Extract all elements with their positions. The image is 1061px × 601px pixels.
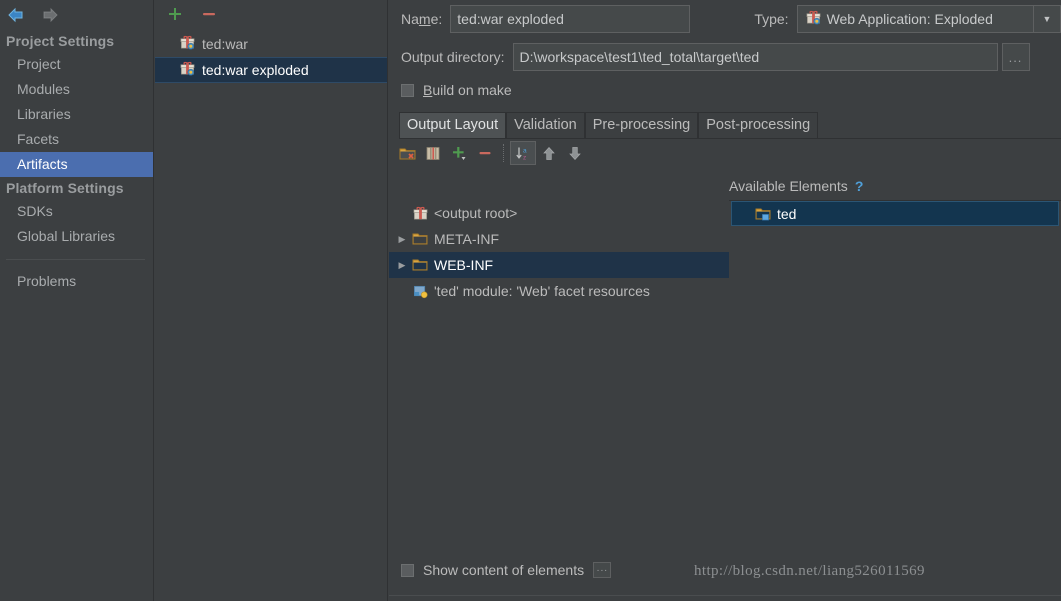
- name-label: Name:: [401, 11, 443, 27]
- sidebar-item-sdks[interactable]: SDKs: [0, 199, 153, 224]
- available-elements-tree: ted: [729, 200, 1061, 556]
- tab-validation[interactable]: Validation: [506, 112, 585, 138]
- type-combobox-value-wrap: Web Application: Exploded: [798, 6, 1033, 32]
- tree-row-label: 'ted' module: 'Web' facet resources: [434, 283, 650, 299]
- sidebar-item-problems[interactable]: Problems: [0, 269, 153, 294]
- tree-row[interactable]: ▶ WEB-INF: [389, 252, 729, 278]
- show-content-options-button[interactable]: ···: [593, 562, 612, 578]
- svg-text:a: a: [523, 147, 527, 154]
- tree-row-label: WEB-INF: [434, 257, 494, 273]
- build-on-make-row[interactable]: Build on make: [389, 76, 1061, 104]
- back-arrow-icon[interactable]: [4, 3, 28, 27]
- show-content-checkbox[interactable]: [401, 563, 414, 577]
- artifact-list-toolbar: [155, 0, 387, 28]
- create-archive-icon[interactable]: [420, 141, 446, 165]
- sidebar-group-title: Project Settings: [6, 33, 115, 49]
- folder-icon: [411, 258, 429, 272]
- tree-row[interactable]: ▶ META-INF: [389, 226, 729, 252]
- chevron-right-icon[interactable]: ▶: [393, 260, 411, 271]
- settings-dialog: Project Settings Project Modules Librari…: [0, 0, 1061, 601]
- toolbar-divider: [503, 144, 505, 162]
- module-folder-icon: [754, 207, 772, 221]
- build-on-make-label: Build on make: [423, 82, 512, 98]
- output-layout-toolbar: a z: [389, 139, 1061, 167]
- artifact-list: ted:war ted:war exploded: [155, 28, 387, 83]
- output-directory-input[interactable]: D:\workspace\test1\ted_total\target\ted: [512, 43, 998, 71]
- type-combobox-value: Web Application: Exploded: [826, 11, 993, 27]
- detail-tabs: Output Layout Validation Pre-processing …: [399, 112, 1061, 139]
- move-up-icon[interactable]: [536, 141, 562, 165]
- add-element-icon[interactable]: [446, 141, 472, 165]
- chevron-down-icon[interactable]: ▼: [1033, 6, 1060, 32]
- footer-divider: [389, 595, 1061, 596]
- create-directory-icon[interactable]: [394, 141, 420, 165]
- sort-alphabetically-icon[interactable]: a z: [510, 141, 536, 165]
- help-icon[interactable]: ?: [855, 178, 864, 194]
- svg-text:z: z: [523, 154, 526, 161]
- name-type-row: Name: ted:war exploded Type: Web Applica…: [389, 0, 1061, 38]
- forward-arrow-icon[interactable]: [38, 3, 62, 27]
- type-label: Type:: [754, 11, 789, 27]
- detail-footer: Show content of elements ··· http://blog…: [389, 555, 1061, 601]
- tab-output-layout[interactable]: Output Layout: [399, 112, 507, 138]
- watermark-text: http://blog.csdn.net/liang526011569: [694, 563, 925, 579]
- sidebar-group-project-settings: Project Settings Project Modules Librari…: [0, 30, 153, 177]
- artifact-label: ted:war: [202, 36, 248, 52]
- tree-row[interactable]: 'ted' module: 'Web' facet resources: [389, 278, 729, 304]
- artifact-icon: [180, 35, 195, 53]
- sidebar-divider: [6, 259, 145, 260]
- browse-directory-button[interactable]: ...: [1001, 43, 1030, 71]
- tree-row-label: META-INF: [434, 231, 500, 247]
- move-down-icon[interactable]: [562, 141, 588, 165]
- artifact-list-panel: ted:war ted:war exploded: [155, 0, 388, 601]
- artifact-detail-panel: Name: ted:war exploded Type: Web Applica…: [389, 0, 1061, 601]
- output-directory-row: Output directory: D:\workspace\test1\ted…: [389, 38, 1061, 76]
- show-content-label: Show content of elements: [423, 562, 585, 578]
- sidebar-item-artifacts[interactable]: Artifacts: [0, 152, 153, 177]
- navigation-arrows: [0, 0, 153, 30]
- build-on-make-checkbox[interactable]: [401, 83, 414, 97]
- folder-icon: [411, 232, 429, 246]
- settings-sidebar: Project Settings Project Modules Librari…: [0, 0, 154, 601]
- tree-row[interactable]: <output root>: [389, 200, 729, 226]
- available-elements-label: Available Elements: [729, 178, 848, 194]
- tab-pre-processing[interactable]: Pre-processing: [584, 112, 699, 138]
- remove-artifact-icon[interactable]: [199, 4, 219, 24]
- artifact-label: ted:war exploded: [202, 62, 309, 78]
- output-layout-trees: <output root> ▶ META-INF ▶ WEB-INF 'ted'…: [389, 200, 1061, 555]
- sidebar-item-libraries[interactable]: Libraries: [0, 102, 153, 127]
- sidebar-item-facets[interactable]: Facets: [0, 127, 153, 152]
- artifact-icon: [806, 10, 821, 28]
- artifact-icon: [411, 206, 429, 221]
- name-input[interactable]: ted:war exploded: [450, 5, 691, 33]
- add-artifact-icon[interactable]: [165, 4, 185, 24]
- tree-row-label: <output root>: [434, 205, 518, 221]
- list-item[interactable]: ted:war exploded: [155, 57, 387, 83]
- artifact-icon: [180, 61, 195, 79]
- type-combobox[interactable]: Web Application: Exploded ▼: [796, 5, 1061, 33]
- sidebar-group-platform-settings: Platform Settings SDKs Global Libraries: [0, 177, 153, 249]
- remove-element-icon[interactable]: [472, 141, 498, 165]
- output-directory-label: Output directory:: [401, 49, 505, 65]
- sidebar-item-modules[interactable]: Modules: [0, 77, 153, 102]
- sidebar-group-title: Platform Settings: [6, 180, 124, 196]
- available-elements-header: Available Elements ?: [729, 178, 863, 194]
- tree-row-label: ted: [777, 205, 797, 222]
- output-root-tree: <output root> ▶ META-INF ▶ WEB-INF 'ted'…: [389, 200, 729, 304]
- sidebar-item-project[interactable]: Project: [0, 52, 153, 77]
- chevron-right-icon[interactable]: ▶: [393, 234, 411, 245]
- tab-post-processing[interactable]: Post-processing: [698, 112, 819, 138]
- tree-row[interactable]: ted: [731, 201, 1059, 226]
- sidebar-item-global-libraries[interactable]: Global Libraries: [0, 224, 153, 249]
- module-facet-icon: [411, 284, 429, 299]
- list-item[interactable]: ted:war: [155, 31, 387, 57]
